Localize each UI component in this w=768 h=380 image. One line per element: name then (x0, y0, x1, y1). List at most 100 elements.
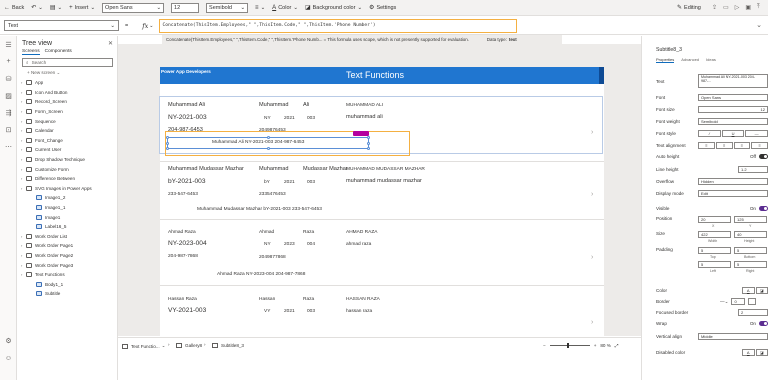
settings-icon[interactable]: ⚙ (0, 332, 17, 349)
display-mode-select[interactable]: Edit (698, 190, 768, 197)
background-color-button[interactable]: ◪ Background color ⌄ (305, 4, 362, 12)
fit-screen-icon[interactable]: ⤢ (615, 343, 619, 348)
tree-item[interactable]: › App (17, 78, 117, 88)
align-button[interactable]: ≡ ⌄ (255, 5, 265, 11)
padding-left-input[interactable]: 5 (698, 261, 731, 268)
resize-handle[interactable] (166, 142, 169, 145)
comment-icon[interactable]: ▭ (723, 4, 729, 11)
tree-view-icon[interactable]: ☰ (0, 36, 17, 53)
tree-item[interactable]: › Icon And Button (17, 88, 117, 98)
tree-search-input[interactable]: ⌕ Search (22, 58, 113, 67)
align-center-icon[interactable]: ≡ (715, 142, 733, 149)
visible-toggle[interactable] (759, 206, 768, 211)
italic-icon[interactable]: / (698, 130, 721, 137)
strikethrough-icon[interactable]: — (745, 130, 768, 137)
play-icon[interactable]: ▷ (735, 4, 740, 11)
undo-button[interactable]: ↶ ⌄ (31, 4, 43, 12)
tree-item[interactable]: › Drop Shadow Technique (17, 155, 117, 165)
auto-height-toggle[interactable] (759, 154, 768, 159)
settings-button[interactable]: ⚙ Settings (369, 4, 396, 12)
resize-handle[interactable] (267, 136, 270, 139)
tree-item[interactable]: › Work Order Page3 (17, 260, 117, 270)
font-size-input[interactable]: 12 (171, 2, 200, 13)
chevron-right-icon[interactable]: › (591, 254, 593, 261)
font-weight-select[interactable]: Semibold (698, 118, 768, 125)
zoom-slider-thumb[interactable] (566, 343, 569, 348)
insert-button[interactable]: + Insert ⌄ (69, 5, 95, 11)
breadcrumb-screen[interactable]: Text Functio... ⌄ (122, 343, 165, 349)
expand-formula-icon[interactable]: ⌄ (756, 21, 762, 29)
close-icon[interactable]: ✕ (108, 40, 113, 47)
more-icon[interactable]: ⋯ (0, 138, 17, 155)
tree-item[interactable]: › Form_Screen (17, 107, 117, 117)
resize-handle[interactable] (166, 136, 169, 139)
save-icon[interactable]: ▣ (745, 4, 751, 11)
insert-icon[interactable]: + (0, 53, 17, 70)
tree-item[interactable]: › Current User (17, 145, 117, 155)
tree-item[interactable]: › SVG Images in Power Apps (17, 184, 117, 194)
copy-button[interactable]: ▤ ⌄ (50, 4, 62, 12)
tree-item[interactable]: Subtitle (17, 289, 117, 299)
font-color-icon[interactable]: A (742, 287, 755, 294)
color-button[interactable]: A Color ⌄ (272, 5, 298, 11)
padding-top-input[interactable]: 5 (698, 247, 731, 254)
position-x-input[interactable]: 20 (698, 216, 731, 223)
resize-handle[interactable] (367, 136, 370, 139)
vertical-align-select[interactable]: Middle (698, 333, 768, 340)
padding-right-input[interactable]: 5 (734, 261, 767, 268)
chevron-down-icon[interactable]: ⌄ (149, 23, 153, 29)
property-select[interactable]: Text ⌄ (4, 20, 119, 31)
font-select[interactable]: Open Sans (698, 94, 768, 101)
tree-item[interactable]: Label16_5 (17, 222, 117, 232)
chevron-right-icon[interactable]: › (591, 319, 593, 326)
fill-color-icon[interactable]: ◪ (755, 349, 768, 356)
align-justify-icon[interactable]: ≡ (751, 142, 768, 149)
back-button[interactable]: ← Back (4, 5, 24, 11)
wrap-toggle[interactable] (759, 321, 768, 326)
text-value-input[interactable]: Muhammad Ali NY-2021-003 204-987-... (698, 74, 768, 88)
zoom-out-icon[interactable]: − (543, 343, 546, 348)
border-width-input[interactable]: 0 (731, 298, 746, 305)
font-color-icon[interactable]: A (742, 349, 755, 356)
tree-item[interactable]: › Work Order Page1 (17, 241, 117, 251)
zoom-in-icon[interactable]: + (594, 343, 597, 348)
resize-handle[interactable] (367, 142, 370, 145)
tree-item[interactable]: Image1_2 (17, 193, 117, 203)
border-style-icon[interactable]: —⌄ (720, 299, 728, 305)
tab-advanced[interactable]: Advanced (681, 57, 699, 63)
line-height-input[interactable]: 1.2 (738, 166, 768, 173)
align-left-icon[interactable]: ≡ (698, 142, 715, 149)
font-size-input[interactable]: 12 (698, 106, 768, 113)
new-screen-button[interactable]: + New screen ⌄ (17, 68, 117, 78)
tree-item[interactable]: › Work Order Page2 (17, 251, 117, 261)
data-icon[interactable]: ⛁ (0, 70, 17, 87)
fill-color-icon[interactable]: ◪ (755, 287, 768, 294)
tree-item[interactable]: › Difference Between (17, 174, 117, 184)
resize-handle[interactable] (367, 147, 370, 150)
tree-item[interactable]: Image1 (17, 212, 117, 222)
font-select[interactable]: Open Sans ⌄ (102, 2, 165, 13)
size-width-input[interactable]: 422 (698, 231, 731, 238)
resize-handle[interactable] (267, 147, 270, 150)
media-icon[interactable]: ▨ (0, 87, 17, 104)
zoom-slider[interactable] (549, 343, 590, 348)
align-right-icon[interactable]: ≡ (733, 142, 751, 149)
tree-item[interactable]: › Sequence (17, 116, 117, 126)
tree-item[interactable]: › Font_Change (17, 136, 117, 146)
breadcrumb-control[interactable]: Subtitle8_3 (212, 343, 244, 348)
underline-icon[interactable]: U (721, 130, 745, 137)
tab-properties[interactable]: Properties (656, 57, 675, 63)
tab-screens[interactable]: Screens (22, 49, 40, 55)
tree-item[interactable]: Image1_1 (17, 203, 117, 213)
tree-item[interactable]: › Customize Form (17, 164, 117, 174)
share-icon[interactable]: ⇪ (712, 4, 717, 11)
position-y-input[interactable]: 125 (734, 216, 767, 223)
tree-item[interactable]: › Record_Screen (17, 97, 117, 107)
publish-icon[interactable]: ⤒ (757, 4, 760, 11)
power-automate-icon[interactable]: ⇶ (0, 104, 17, 121)
chevron-right-icon[interactable]: › (591, 129, 593, 136)
tab-components[interactable]: Components (45, 49, 72, 55)
size-height-input[interactable]: 40 (734, 231, 767, 238)
formula-input[interactable]: Concatenate(ThisItem.Employees," ",ThisI… (158, 18, 517, 33)
overflow-select[interactable]: Hidden (698, 178, 768, 185)
